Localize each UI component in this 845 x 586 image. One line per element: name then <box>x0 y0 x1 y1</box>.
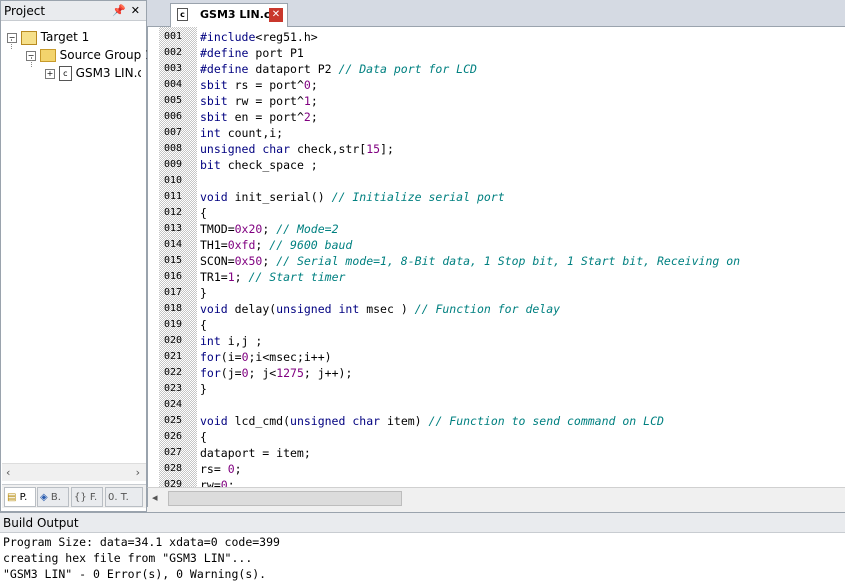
build-output-line: "GSM3 LIN" - 0 Error(s), 0 Warning(s). <box>3 567 267 581</box>
line-number: 010 <box>164 175 183 186</box>
scroll-left-icon[interactable]: ‹ <box>6 464 10 482</box>
line-number: 001 <box>164 31 183 42</box>
line-number: 018 <box>164 303 183 314</box>
project-panel-header: Project 📌 ✕ <box>1 1 146 21</box>
line-number: 002 <box>164 47 183 58</box>
project-panel: Project 📌 ✕ − Target 1 − Source Group 1 … <box>0 0 153 512</box>
build-output-panel[interactable]: Program Size: data=34.1 xdata=0 code=399… <box>0 533 845 586</box>
tab-project[interactable]: ▤ P. <box>4 487 36 507</box>
code-line[interactable]: sbit rs = port^0; <box>200 77 318 93</box>
editor-horizontal-scrollbar[interactable]: ◂ <box>147 487 845 507</box>
project-horizontal-scrollbar[interactable]: ‹ › <box>2 463 146 481</box>
tree-item-label: GSM3 LIN.c <box>75 66 141 80</box>
tree-connector <box>11 39 12 49</box>
code-editor[interactable]: 001 #include<reg51.h> 002 #define port P1 00… <box>147 27 845 487</box>
tab-gsm3-lin-c[interactable]: c GSM3 LIN.c ✕ <box>170 3 288 27</box>
scroll-right-icon[interactable]: › <box>136 464 140 482</box>
build-output-line: creating hex file from "GSM3 LIN"... <box>3 551 253 565</box>
code-line[interactable]: void delay(unsigned int msec ) // Functi… <box>200 301 560 317</box>
collapse-icon[interactable]: − <box>7 32 17 43</box>
line-number: 016 <box>164 271 183 282</box>
line-number: 012 <box>164 207 183 218</box>
line-number: 014 <box>164 239 183 250</box>
tree-item-label: Target 1 <box>40 30 90 44</box>
line-number: 006 <box>164 111 183 122</box>
code-line[interactable]: { <box>200 429 207 445</box>
tree-connector <box>31 57 32 67</box>
line-number: 025 <box>164 415 183 426</box>
books-icon: ◈ <box>40 492 48 503</box>
project-panel-tabs: ▤ P. ◈ B. {} F. 0. T. <box>2 484 146 508</box>
code-line[interactable]: unsigned char check,str[15]; <box>200 141 394 157</box>
code-line[interactable]: #define port P1 <box>200 45 304 61</box>
code-line[interactable]: dataport = item; <box>200 445 311 461</box>
tab-label: GSM3 LIN.c <box>200 8 271 21</box>
project-panel-title: Project <box>4 4 46 18</box>
expand-icon[interactable]: + <box>45 68 55 79</box>
tree-item-file[interactable]: + c GSM3 LIN.c <box>45 64 141 82</box>
line-number: 009 <box>164 159 183 170</box>
code-line[interactable]: int count,i; <box>200 125 283 141</box>
code-line[interactable]: #define dataport P2 // Data port for LCD <box>200 61 477 77</box>
line-number: 028 <box>164 463 183 474</box>
scroll-left-icon[interactable]: ◂ <box>152 488 158 508</box>
code-line[interactable]: for(i=0;i<msec;i++) <box>200 349 332 365</box>
tree-item-source-group[interactable]: − Source Group 1 <box>26 46 153 64</box>
line-number: 023 <box>164 383 183 394</box>
line-number: 024 <box>164 399 183 410</box>
build-output-header: Build Output <box>0 512 845 533</box>
line-number: 007 <box>164 127 183 138</box>
line-number: 004 <box>164 79 183 90</box>
line-number: 022 <box>164 367 183 378</box>
line-number: 013 <box>164 223 183 234</box>
code-line[interactable]: TMOD=0x20; // Mode=2 <box>200 221 339 237</box>
tab-books[interactable]: ◈ B. <box>37 487 69 507</box>
code-line[interactable]: } <box>200 381 207 397</box>
code-line[interactable]: TH1=0xfd; // 9600 baud <box>200 237 352 253</box>
target-icon <box>20 30 37 45</box>
pin-icon[interactable]: 📌 <box>112 1 126 21</box>
line-number: 017 <box>164 287 183 298</box>
line-number: 027 <box>164 447 183 458</box>
line-number: 019 <box>164 319 183 330</box>
code-line[interactable]: { <box>200 317 207 333</box>
tab-functions[interactable]: {} F. <box>71 487 103 507</box>
code-line[interactable]: sbit en = port^2; <box>200 109 318 125</box>
line-number: 015 <box>164 255 183 266</box>
build-output-line: Program Size: data=34.1 xdata=0 code=399 <box>3 535 280 549</box>
line-number: 020 <box>164 335 183 346</box>
scrollbar-thumb[interactable] <box>168 491 402 506</box>
code-line[interactable]: { <box>200 205 207 221</box>
folder-icon <box>39 49 56 62</box>
close-icon[interactable]: ✕ <box>131 1 140 21</box>
line-number: 003 <box>164 63 183 74</box>
code-line[interactable]: void lcd_cmd(unsigned char item) // Func… <box>200 413 664 429</box>
code-line[interactable]: void init_serial() // Initialize serial … <box>200 189 505 205</box>
code-line[interactable]: sbit rw = port^1; <box>200 93 318 109</box>
line-number: 011 <box>164 191 183 202</box>
project-icon: ▤ <box>7 492 17 503</box>
tab-templates[interactable]: 0. T. <box>105 487 143 507</box>
code-line[interactable]: rs= 0; <box>200 461 242 477</box>
line-number: 026 <box>164 431 183 442</box>
code-line[interactable]: } <box>200 285 207 301</box>
editor-margin <box>148 27 158 487</box>
line-number: 005 <box>164 95 183 106</box>
code-line[interactable]: #include<reg51.h> <box>200 29 318 45</box>
c-file-icon: c <box>58 66 72 81</box>
close-tab-icon[interactable]: ✕ <box>269 8 283 22</box>
code-line[interactable]: bit check_space ; <box>200 157 318 173</box>
line-number: 029 <box>164 479 183 487</box>
c-file-icon: c <box>177 8 188 21</box>
line-number: 008 <box>164 143 183 154</box>
tree-item-target[interactable]: − Target 1 <box>7 28 89 46</box>
code-line[interactable]: rw=0; <box>200 477 235 487</box>
build-output-title: Build Output <box>3 516 79 530</box>
code-line[interactable]: int i,j ; <box>200 333 262 349</box>
code-line[interactable]: TR1=1; // Start timer <box>200 269 345 285</box>
code-line[interactable]: SCON=0x50; // Serial mode=1, 8-Bit data,… <box>200 253 740 269</box>
line-number: 021 <box>164 351 183 362</box>
code-line[interactable]: for(j=0; j<1275; j++); <box>200 365 352 381</box>
tree-item-label: Source Group 1 <box>59 48 153 62</box>
